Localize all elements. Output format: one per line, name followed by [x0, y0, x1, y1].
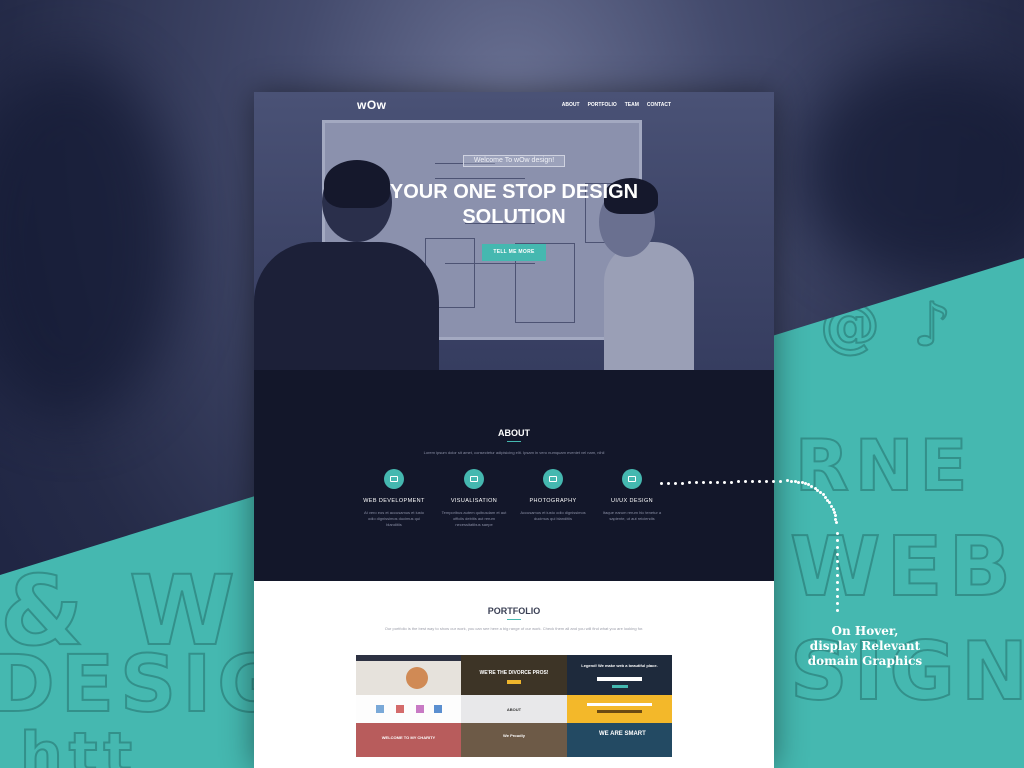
person-left-image [254, 242, 439, 370]
welcome-badge: Welcome To wOw design! [463, 155, 565, 167]
portfolio-tile-8[interactable]: We Proudly [461, 723, 567, 757]
service-ui-ux-design[interactable]: UI/UX DESIGN Itaque earum rerum hic tene… [592, 469, 672, 522]
hero-title: YOUR ONE STOP DESIGN SOLUTION [389, 181, 639, 228]
portfolio-tile-9[interactable]: WE ARE SMART [567, 723, 672, 757]
service-desc: At vero eos et accusamus et iusto odio d… [363, 510, 425, 527]
person-right-image [604, 242, 694, 370]
cube-icon [622, 469, 642, 489]
annotation-text: On Hover, display Relevant domain Graphi… [807, 624, 923, 668]
annotation-dot [709, 481, 712, 485]
doodle-web: WEB [789, 519, 1017, 616]
service-title: WEB DEVELOPMENT [363, 498, 425, 504]
service-photography[interactable]: PHOTOGRAPHY Accusamus et iusto odio dign… [513, 469, 593, 522]
service-title: VISUALISATION [450, 498, 498, 504]
about-subtitle: Lorem ipsum dolor sit amet, consectetur … [423, 450, 605, 455]
service-web-development[interactable]: WEB DEVELOPMENT At vero eos et accusamus… [354, 469, 434, 528]
portfolio-tile-6[interactable] [567, 695, 672, 723]
nav-item-contact[interactable]: CONTACT [647, 102, 671, 108]
nav-item-portfolio[interactable]: PORTFOLIO [588, 102, 617, 108]
annotation-dot [797, 480, 801, 484]
portfolio-section: PORTFOLIO Our portfolio is the best way … [254, 581, 774, 768]
service-desc: Accusamus et iusto odio dignissimos duci… [520, 510, 586, 521]
annotation-dot [836, 539, 839, 542]
annotation-dot [836, 574, 839, 577]
annotation-dot [836, 532, 839, 535]
logo[interactable]: wOw [357, 98, 387, 112]
portfolio-tile-1[interactable] [356, 655, 461, 695]
portfolio-title: PORTFOLIO [487, 606, 541, 616]
annotation-dot [667, 481, 670, 485]
nav-item-about[interactable]: ABOUT [562, 102, 580, 108]
annotation-dot [836, 567, 839, 570]
annotation-dot [674, 481, 677, 485]
calendar-icon [543, 469, 563, 489]
service-title: UI/UX DESIGN [610, 498, 654, 504]
annotation-dot [836, 588, 839, 591]
annotation-dot [765, 479, 768, 483]
portfolio-subtitle: Our portfolio is the best way to show ou… [384, 626, 644, 631]
portfolio-tile-5[interactable]: ABOUT [461, 695, 567, 723]
hero-section: wOw ABOUT PORTFOLIO TEAM CONTACT Welcome… [254, 92, 774, 370]
annotation-dot [836, 581, 839, 584]
annotation-dot [716, 480, 719, 484]
nav-links: ABOUT PORTFOLIO TEAM CONTACT [562, 102, 671, 108]
doodle-desig: DESIG [0, 639, 288, 731]
annotation-dot [723, 480, 726, 484]
annotation-dot [836, 546, 839, 549]
service-desc: Itaque earum rerum hic tenetur a sapient… [602, 510, 662, 521]
service-title: PHOTOGRAPHY [529, 498, 577, 504]
about-title: ABOUT [498, 428, 530, 438]
annotation-dot [681, 481, 684, 485]
service-visualisation[interactable]: VISUALISATION Temporibus autem quibusdam… [434, 469, 514, 528]
navbar: wOw ABOUT PORTFOLIO TEAM CONTACT [254, 92, 774, 118]
annotation-dot [772, 479, 775, 483]
image-icon [464, 469, 484, 489]
doodle-htt: htt [19, 719, 139, 768]
service-desc: Temporibus autem quibusdam et aut offici… [441, 510, 507, 527]
annotation-dot [730, 480, 733, 484]
tell-me-more-button[interactable]: TELL ME MORE [482, 244, 546, 261]
about-section: ABOUT Lorem ipsum dolor sit amet, consec… [254, 370, 774, 581]
annotation-dot [836, 553, 839, 556]
annotation-dot [836, 609, 839, 612]
annotation-dot [779, 479, 782, 483]
annotation-dot [836, 560, 839, 563]
annotation-dot [790, 480, 793, 483]
portfolio-tile-7[interactable]: WELCOME TO MY CHARITY [356, 723, 461, 757]
portfolio-divider [507, 619, 521, 620]
camera-icon [384, 469, 404, 489]
portfolio-tile-4[interactable] [356, 695, 461, 723]
annotation-dot [836, 602, 839, 605]
annotation-dot [836, 595, 839, 598]
portfolio-tile-2[interactable]: WE'RE THE DIVORCE PROS! [461, 655, 567, 695]
website-mockup: wOw ABOUT PORTFOLIO TEAM CONTACT Welcome… [254, 92, 774, 768]
nav-item-team[interactable]: TEAM [625, 102, 639, 108]
about-divider [507, 441, 521, 442]
annotation-dot [660, 482, 663, 485]
portfolio-tile-3[interactable]: Legend! We make web a beautiful place. [567, 655, 672, 695]
